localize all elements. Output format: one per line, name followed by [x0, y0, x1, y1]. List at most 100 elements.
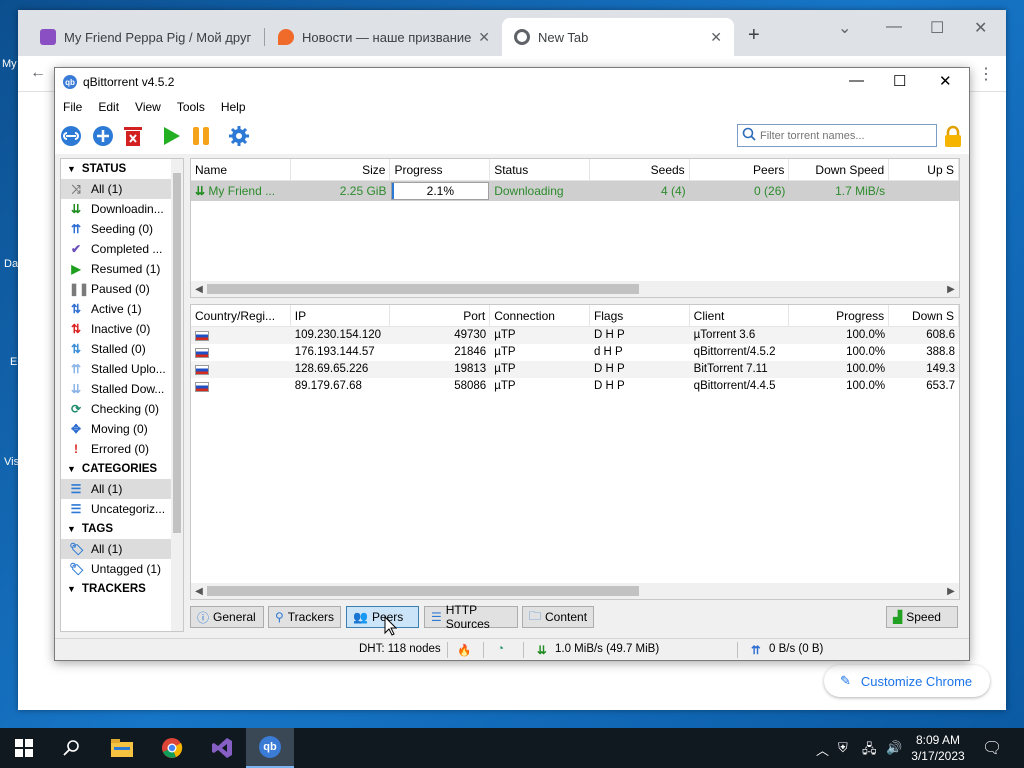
desktop-icon-label[interactable]: E [10, 356, 17, 368]
column-header-flags[interactable]: Flags [590, 305, 690, 327]
download-speed[interactable]: 1.0 MiB/s (49.7 MiB) [555, 643, 659, 655]
settings-gear-icon[interactable] [227, 124, 251, 148]
maximize-icon[interactable]: ☐ [930, 18, 944, 38]
add-link-icon[interactable] [59, 124, 83, 148]
search-input[interactable] [760, 129, 930, 142]
scroll-left-icon[interactable]: ◀ [191, 586, 207, 597]
tab-trackers[interactable]: ⚲ Trackers [268, 606, 341, 628]
trackers-section-header[interactable]: ▼ TRACKERS [61, 579, 183, 599]
visual-studio-icon[interactable] [198, 728, 246, 768]
peer-row[interactable]: 128.69.65.226 19813 µTP D H P BitTorrent 7.1… [191, 361, 959, 378]
network-icon[interactable]: 🖧 [862, 740, 877, 762]
column-header-progress[interactable]: Progress [789, 305, 890, 327]
minimize-icon[interactable]: — [849, 72, 864, 89]
pause-icon[interactable] [189, 124, 213, 148]
column-header-seeds[interactable]: Seeds [590, 159, 690, 181]
file-explorer-icon[interactable] [98, 728, 146, 768]
start-windows-icon[interactable] [0, 728, 48, 768]
status-section-header[interactable]: ▼ STATUS [61, 159, 183, 179]
download-speed-icon[interactable]: ⇊ [537, 643, 547, 657]
back-arrow-icon[interactable]: ← [30, 64, 46, 82]
sidebar-item-status[interactable]: ⤨ All (1) [61, 179, 183, 199]
scrollbar-thumb[interactable] [173, 173, 181, 533]
tab-general[interactable]: ⓘ General [190, 606, 264, 628]
sidebar-item-status[interactable]: ⇅ Stalled (0) [61, 339, 183, 359]
sidebar-item-status[interactable]: ▶ Resumed (1) [61, 259, 183, 279]
column-header-client[interactable]: Client [690, 305, 790, 327]
close-tab-icon[interactable]: ✕ [710, 29, 722, 46]
column-header-down-speed[interactable]: Down Speed [789, 159, 890, 181]
sidebar-scrollbar[interactable] [171, 159, 183, 631]
upload-speed[interactable]: 0 B/s (0 B) [769, 643, 823, 655]
sidebar-item-status[interactable]: ⇈ Seeding (0) [61, 219, 183, 239]
new-tab-icon[interactable]: + [748, 24, 760, 47]
column-header-name[interactable]: Name [191, 159, 291, 181]
column-header-port[interactable]: Port [390, 305, 491, 327]
close-icon[interactable]: ✕ [974, 18, 987, 38]
qbittorrent-taskbar-icon[interactable]: qb [246, 728, 294, 768]
column-header-ip[interactable]: IP [291, 305, 391, 327]
sidebar-item-status[interactable]: ❚❚ Paused (0) [61, 279, 183, 299]
tab-search-icon[interactable]: ⌄ [838, 18, 851, 38]
scrollbar-thumb[interactable] [207, 586, 639, 596]
chrome-tab-peppa[interactable]: My Friend Peppa Pig / Мой друг [28, 18, 264, 56]
column-header-size[interactable]: Size [291, 159, 391, 181]
desktop-icon-label[interactable]: Vis [4, 456, 19, 468]
maximize-icon[interactable]: ☐ [893, 72, 906, 90]
sidebar-item-status[interactable]: ✔ Completed ... [61, 239, 183, 259]
column-header-progress[interactable]: Progress [390, 159, 491, 181]
tab-content[interactable]: 🗀 Content [522, 606, 594, 628]
sidebar-item-tag[interactable]: 🏷 All (1) [61, 539, 183, 559]
add-torrent-icon[interactable] [91, 124, 115, 148]
delete-icon[interactable] [121, 124, 145, 148]
tab-speed[interactable]: ▟ Speed [886, 606, 958, 628]
flame-icon[interactable]: 🔥 [457, 643, 471, 657]
column-header-status[interactable]: Status [490, 159, 590, 181]
sidebar-item-tag[interactable]: 🏷 Untagged (1) [61, 559, 183, 579]
menu-file[interactable]: File [55, 100, 90, 114]
notification-icon[interactable]: 🗨 [982, 738, 1002, 758]
desktop-icon-label[interactable]: My [2, 58, 17, 70]
menu-help[interactable]: Help [213, 100, 254, 114]
connection-status-icon[interactable]: ◔ [497, 643, 504, 655]
sidebar-item-category[interactable]: ☰ Uncategoriz... [61, 499, 183, 519]
close-tab-icon[interactable]: ✕ [478, 29, 490, 46]
sidebar-item-status[interactable]: ⇅ Active (1) [61, 299, 183, 319]
column-header-connection[interactable]: Connection [490, 305, 590, 327]
tab-peers[interactable]: 👥 Peers [346, 606, 419, 628]
security-icon[interactable]: ⛨ [838, 740, 848, 756]
chevron-up-icon[interactable]: ︿ [816, 740, 829, 759]
scroll-right-icon[interactable]: ▶ [943, 586, 959, 597]
filter-torrents-field[interactable] [737, 124, 937, 147]
column-header-peers[interactable]: Peers [690, 159, 790, 181]
upload-speed-icon[interactable]: ⇈ [751, 643, 761, 657]
lock-icon[interactable] [943, 125, 961, 147]
torrent-row[interactable]: ⇊ My Friend ... 2.25 GiB 2.1% Downloadin… [191, 181, 959, 201]
qb-title-bar[interactable]: qb qBittorrent v4.5.2 — ☐ ✕ [55, 68, 969, 96]
sidebar-item-status[interactable]: ⇈ Stalled Uplo... [61, 359, 183, 379]
column-header-country[interactable]: Country/Regi... [191, 305, 291, 327]
scroll-left-icon[interactable]: ◀ [191, 284, 207, 295]
peer-row[interactable]: 89.179.67.68 58086 µTP D H P qBittorrent/4.4… [191, 378, 959, 395]
more-menu-icon[interactable]: ⋮ [978, 64, 994, 84]
menu-view[interactable]: View [127, 100, 169, 114]
sidebar-item-status[interactable]: ! Errored (0) [61, 439, 183, 459]
sidebar-item-status[interactable]: ⟳ Checking (0) [61, 399, 183, 419]
chrome-icon[interactable] [148, 728, 196, 768]
menu-tools[interactable]: Tools [169, 100, 213, 114]
peer-row[interactable]: 109.230.154.120 49730 µTP D H P µTorrent 3.6… [191, 327, 959, 344]
scrollbar-thumb[interactable] [207, 284, 639, 294]
sidebar-item-status[interactable]: ⇅ Inactive (0) [61, 319, 183, 339]
peer-row[interactable]: 176.193.144.57 21846 µTP d H P qBittorrent/4… [191, 344, 959, 361]
customize-chrome-button[interactable]: ✎ Customize Chrome [824, 665, 990, 697]
close-icon[interactable]: ✕ [939, 72, 952, 90]
scroll-right-icon[interactable]: ▶ [943, 284, 959, 295]
tags-section-header[interactable]: ▼ TAGS [61, 519, 183, 539]
sidebar-item-status[interactable]: ⇊ Stalled Dow... [61, 379, 183, 399]
categories-section-header[interactable]: ▼ CATEGORIES [61, 459, 183, 479]
resume-icon[interactable] [159, 124, 183, 148]
tab-http-sources[interactable]: ☰ HTTP Sources [424, 603, 518, 631]
column-header-up-speed[interactable]: Up S [889, 159, 959, 181]
desktop-icon-label[interactable]: Da [4, 258, 18, 270]
sidebar-item-status[interactable]: ✥ Moving (0) [61, 419, 183, 439]
